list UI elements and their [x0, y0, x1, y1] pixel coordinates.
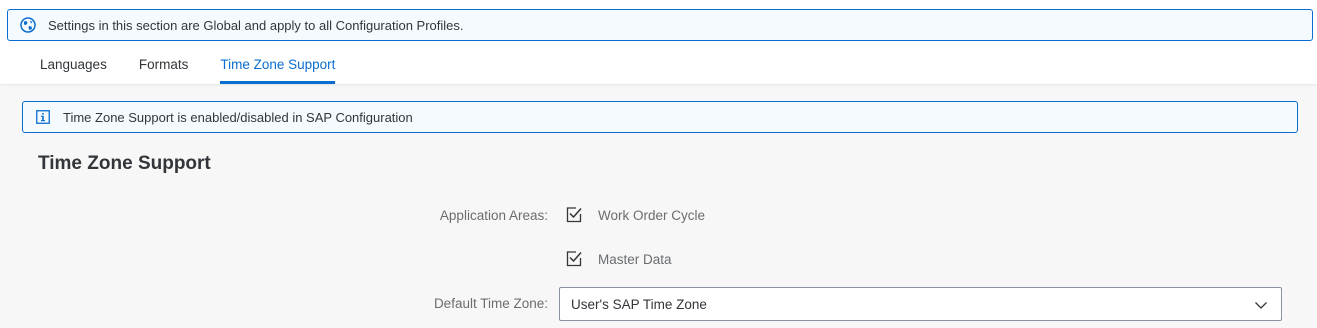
section-title: Time Zone Support — [38, 153, 211, 174]
tab-languages-label: Languages — [40, 56, 107, 72]
application-areas-label: Application Areas: — [439, 208, 548, 223]
checkbox-checked-icon — [565, 250, 583, 268]
tab-time-zone-support-label: Time Zone Support — [220, 56, 336, 72]
info-message-strip: Time Zone Support is enabled/disabled in… — [22, 101, 1298, 133]
chevron-down-icon — [1254, 298, 1268, 312]
tab-bar: Languages Formats Time Zone Support — [0, 44, 1317, 84]
globe-icon — [20, 17, 36, 33]
checkbox-checked-icon — [565, 206, 583, 224]
checkbox-work-order-cycle-label: Work Order Cycle — [598, 207, 706, 223]
global-settings-message-text: Settings in this section are Global and … — [48, 17, 464, 33]
default-time-zone-select[interactable]: User's SAP Time Zone — [559, 287, 1282, 321]
tab-time-zone-support[interactable]: Time Zone Support — [204, 44, 351, 84]
global-settings-message-strip: Settings in this section are Global and … — [7, 9, 1313, 41]
checkbox-master-data-label: Master Data — [598, 251, 672, 267]
info-icon — [35, 109, 51, 125]
tab-languages[interactable]: Languages — [24, 44, 123, 84]
tab-formats[interactable]: Formats — [123, 44, 205, 84]
tab-formats-label: Formats — [138, 56, 189, 72]
info-message-text: Time Zone Support is enabled/disabled in… — [63, 109, 413, 125]
default-time-zone-label: Default Time Zone: — [433, 296, 548, 311]
checkbox-work-order-cycle[interactable]: Work Order Cycle — [565, 206, 705, 224]
checkbox-master-data[interactable]: Master Data — [565, 250, 672, 268]
default-time-zone-value: User's SAP Time Zone — [571, 296, 707, 312]
